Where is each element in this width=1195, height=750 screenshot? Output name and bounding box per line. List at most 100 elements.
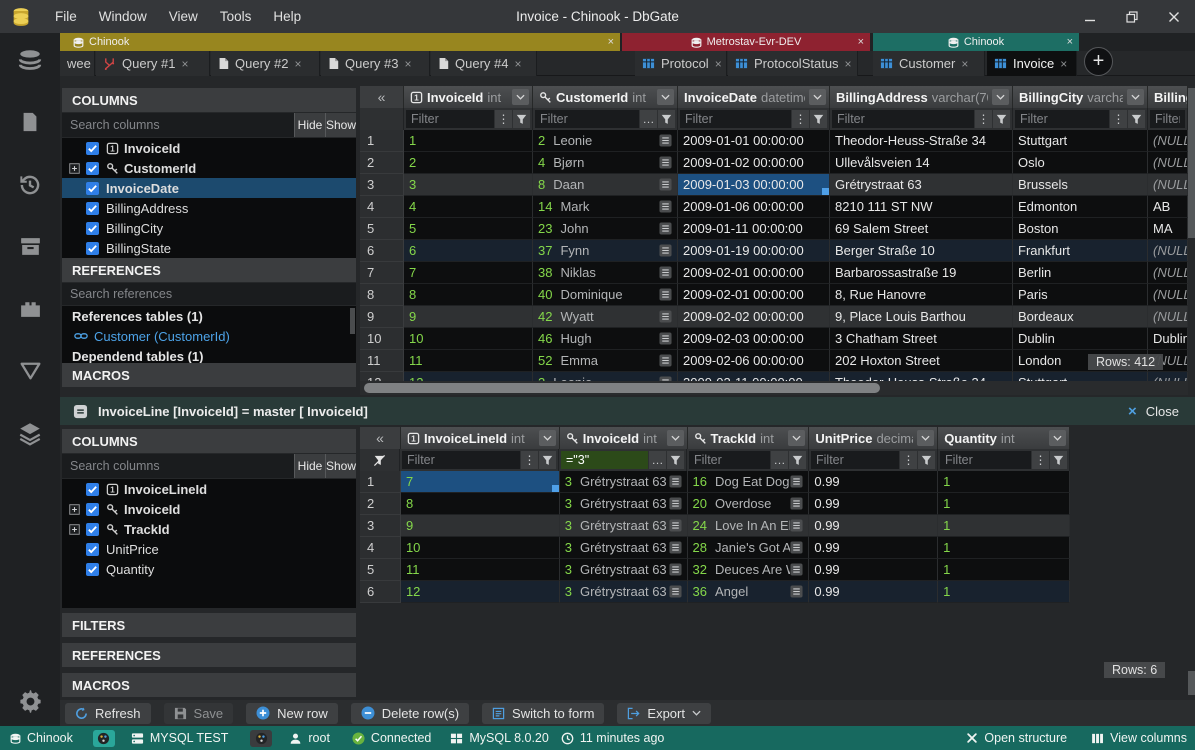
cell-quantity[interactable]: 1: [938, 515, 1070, 537]
row-number[interactable]: 7: [360, 262, 404, 284]
cell-state[interactable]: (NULL): [1148, 240, 1188, 262]
close-tab-icon[interactable]: ×: [845, 57, 852, 71]
checkbox[interactable]: [86, 202, 99, 215]
tab-protocol[interactable]: Protocol×: [635, 51, 727, 76]
cell-id[interactable]: 2: [404, 152, 533, 174]
new-row-button[interactable]: New row: [246, 703, 338, 724]
refresh-button[interactable]: Refresh: [65, 703, 151, 724]
funnel-icon[interactable]: [1128, 110, 1145, 128]
close-tab-icon[interactable]: ×: [294, 57, 301, 71]
expand[interactable]: [69, 504, 86, 515]
cell-address[interactable]: Theodor-Heuss-Straße 34: [830, 130, 1013, 152]
checkbox[interactable]: [86, 182, 99, 195]
row-number[interactable]: 3: [360, 515, 401, 537]
funnel-icon[interactable]: [1050, 451, 1067, 469]
checkbox[interactable]: [86, 142, 99, 155]
row-number[interactable]: 8: [360, 284, 404, 306]
cell-state[interactable]: MA: [1148, 218, 1188, 240]
nav-database-icon[interactable]: [17, 48, 43, 76]
cell-customer[interactable]: 2Leonie: [533, 372, 678, 381]
open-reference-icon[interactable]: [790, 497, 803, 510]
filter-input-unitprice[interactable]: [811, 451, 899, 469]
filter-input-billingcity[interactable]: [1015, 110, 1109, 128]
cell-customer[interactable]: 40Dominique: [533, 284, 678, 306]
cell-id[interactable]: 12: [404, 372, 533, 381]
cell-invoice[interactable]: 3Grétrystraat 63: [560, 537, 688, 559]
cell-customer[interactable]: 4Bjørn: [533, 152, 678, 174]
column-header-invoicelineid[interactable]: 1InvoiceLineIdint: [401, 427, 560, 449]
palette-swatch[interactable]: [93, 730, 115, 747]
cell-city[interactable]: Stuttgart: [1013, 130, 1148, 152]
column-header-trackid[interactable]: TrackIdint: [688, 427, 810, 449]
funnel-icon[interactable]: [513, 110, 530, 128]
row-number[interactable]: 4: [360, 537, 401, 559]
cell-unit_price[interactable]: 0.99: [809, 493, 938, 515]
close-tab-icon[interactable]: ×: [715, 57, 722, 71]
filter-input-customerid[interactable]: [535, 110, 639, 128]
nav-files-icon[interactable]: [19, 110, 41, 138]
tab-query-#4[interactable]: Query #4×: [431, 51, 537, 76]
cell-track[interactable]: 20Overdose: [688, 493, 810, 515]
cell-id[interactable]: 7: [404, 262, 533, 284]
cell-state[interactable]: (NULL): [1148, 174, 1188, 196]
cell-city[interactable]: Bordeaux: [1013, 306, 1148, 328]
cell-customer[interactable]: 52Emma: [533, 350, 678, 372]
column-menu-chevron[interactable]: [788, 430, 805, 446]
cell-city[interactable]: Stuttgart: [1013, 372, 1148, 381]
open-reference-icon[interactable]: [659, 266, 672, 279]
cell-line_id[interactable]: 8: [401, 493, 560, 515]
cell-date[interactable]: 2009-01-01 00:00:00: [678, 130, 830, 152]
column-header-billingaddress[interactable]: BillingAddressvarchar(70): [830, 86, 1013, 108]
open-reference-icon[interactable]: [659, 332, 672, 345]
status-view-columns[interactable]: View columns: [1091, 731, 1187, 745]
open-reference-icon[interactable]: [669, 519, 682, 532]
cell-state[interactable]: Dublin: [1148, 328, 1188, 350]
row-number[interactable]: 12: [360, 372, 404, 381]
column-item-billingaddress[interactable]: BillingAddress: [62, 198, 356, 218]
cell-id[interactable]: 6: [404, 240, 533, 262]
detail-show-button[interactable]: Show: [325, 454, 356, 478]
tab-wee[interactable]: wee×: [60, 51, 95, 76]
cell-date[interactable]: 2009-01-19 00:00:00: [678, 240, 830, 262]
reference-link[interactable]: Customer (CustomerId): [62, 326, 356, 346]
cell-invoice[interactable]: 3Grétrystraat 63: [560, 559, 688, 581]
open-reference-icon[interactable]: [659, 222, 672, 235]
checkbox[interactable]: [86, 162, 99, 175]
cell-customer[interactable]: 42Wyatt: [533, 306, 678, 328]
detail-references-panel-header[interactable]: REFERENCES: [62, 643, 356, 667]
cell-state[interactable]: (NULL): [1148, 372, 1188, 381]
cell-track[interactable]: 32Deuces Are Wild: [688, 559, 810, 581]
cell-id[interactable]: 10: [404, 328, 533, 350]
cell-state[interactable]: (NULL): [1148, 306, 1188, 328]
row-number[interactable]: 1: [360, 471, 401, 493]
cell-address[interactable]: Barbarossastraße 19: [830, 262, 1013, 284]
macros-panel-header[interactable]: MACROS: [62, 363, 356, 387]
checkbox[interactable]: [86, 523, 99, 536]
column-menu-chevron[interactable]: [1049, 430, 1066, 446]
column-menu-chevron[interactable]: [657, 89, 674, 105]
cell-line_id[interactable]: 12: [401, 581, 560, 603]
cell-date[interactable]: 2009-02-02 00:00:00: [678, 306, 830, 328]
row-number[interactable]: 5: [360, 559, 401, 581]
filter-input-invoicedate[interactable]: [680, 110, 791, 128]
open-reference-icon[interactable]: [790, 585, 803, 598]
cell-quantity[interactable]: 1: [938, 559, 1070, 581]
restore-icon[interactable]: [1111, 0, 1153, 33]
lower-vertical-scrollbar[interactable]: [1188, 425, 1195, 700]
nav-history-icon[interactable]: [17, 172, 43, 200]
filter-menu-icon[interactable]: ⋮: [1110, 110, 1127, 128]
search-references-input[interactable]: [62, 283, 356, 305]
horizontal-scrollbar[interactable]: [360, 381, 1188, 395]
cell-unit_price[interactable]: 0.99: [809, 471, 938, 493]
detail-hide-button[interactable]: Hide: [294, 454, 325, 478]
row-number[interactable]: 1: [360, 130, 404, 152]
expand[interactable]: [69, 163, 86, 174]
cell-id[interactable]: 9: [404, 306, 533, 328]
cell-date[interactable]: 2009-02-01 00:00:00: [678, 284, 830, 306]
cell-customer[interactable]: 46Hugh: [533, 328, 678, 350]
column-item-invoicedate[interactable]: InvoiceDate: [62, 178, 356, 198]
cell-track[interactable]: 28Janie's Got A Gun: [688, 537, 810, 559]
tab-query-#3[interactable]: Query #3×: [321, 51, 430, 76]
filters-panel-header[interactable]: FILTERS: [62, 613, 356, 637]
cell-id[interactable]: 4: [404, 196, 533, 218]
